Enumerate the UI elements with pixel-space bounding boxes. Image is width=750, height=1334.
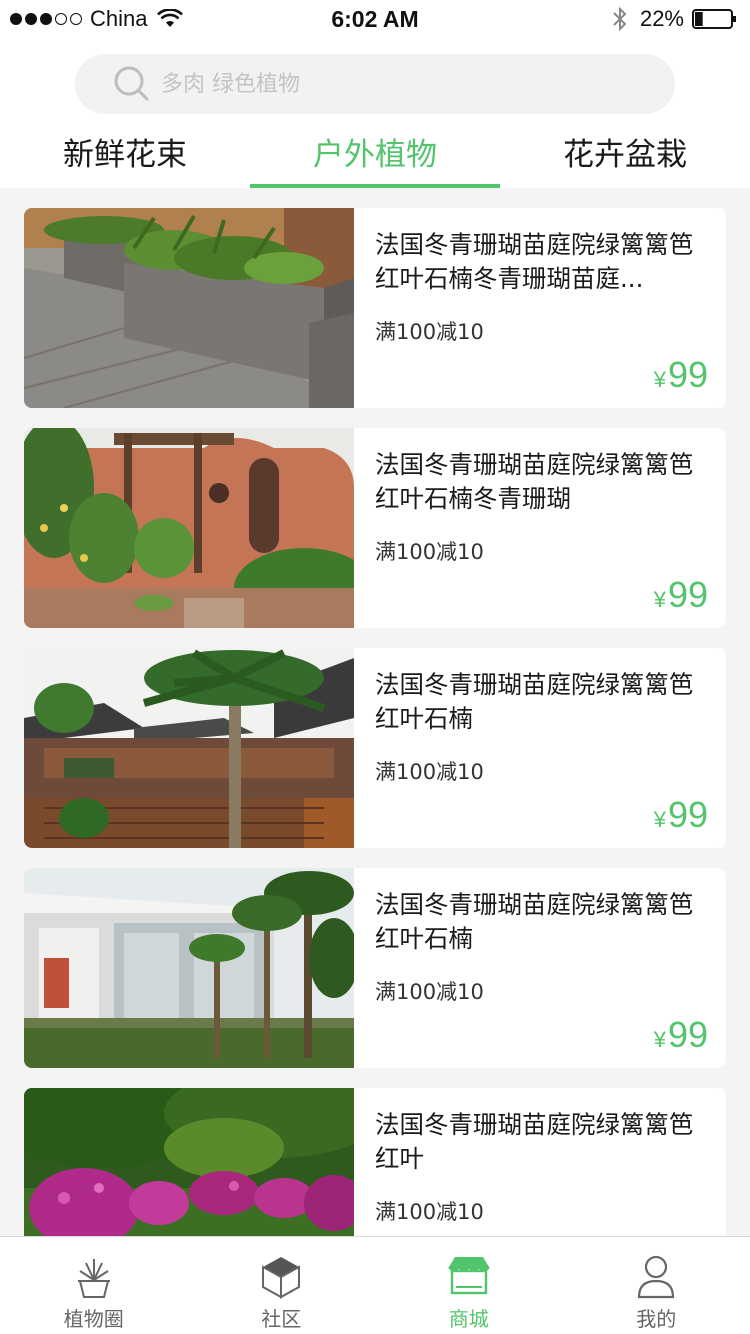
tabbar-item-me[interactable]: 我的	[563, 1237, 750, 1334]
tabbar-label: 植物圈	[63, 1307, 124, 1331]
tabbar-item-store[interactable]: 商城	[375, 1237, 563, 1334]
tabbar-label: 社区	[261, 1307, 302, 1331]
plant-pot-icon	[77, 1259, 110, 1298]
search-icon	[114, 66, 149, 101]
product-title: 法国冬青珊瑚苗庭院绿篱篱笆红叶石楠	[375, 670, 694, 733]
price-value: 99	[667, 794, 708, 835]
status-right: 22%	[612, 6, 738, 32]
search-bar[interactable]	[75, 54, 675, 114]
product-promo: 满100减10	[375, 320, 484, 344]
currency-symbol: ¥	[653, 367, 666, 392]
signal-strength-icon	[10, 13, 82, 25]
category-tabs: 新鲜花束 户外植物 花卉盆栽	[0, 128, 750, 188]
product-price: ¥99	[654, 574, 708, 616]
product-promo: 满100减10	[375, 540, 484, 564]
product-price: ¥99	[654, 354, 708, 396]
carrier-name: China	[90, 6, 148, 31]
product-image	[24, 208, 354, 408]
product-image	[24, 428, 354, 628]
tabbar-item-plant-circle[interactable]: 植物圈	[0, 1237, 188, 1334]
bottom-tab-bar: 植物圈 社区 商城 我的	[0, 1236, 750, 1334]
bluetooth-icon	[613, 6, 627, 32]
store-icon	[447, 1257, 490, 1295]
product-price: ¥99	[654, 794, 708, 836]
price-value: 99	[667, 1014, 708, 1055]
product-card[interactable]: 法国冬青珊瑚苗庭院绿篱篱笆红叶石楠冬青珊瑚 满100减10 ¥99	[24, 428, 726, 628]
product-promo: 满100减10	[375, 760, 484, 784]
price-value: 99	[667, 354, 708, 395]
status-left: China	[10, 6, 184, 32]
product-card[interactable]: 法国冬青珊瑚苗庭院绿篱篱笆红叶石楠 满100减10 ¥99	[24, 648, 726, 848]
tab-outdoor-plants[interactable]: 户外植物	[250, 128, 500, 188]
price-value: 99	[667, 574, 708, 615]
product-title: 法国冬青珊瑚苗庭院绿篱篱笆红叶石楠冬青珊瑚苗庭...	[375, 230, 694, 293]
tab-potted-flowers[interactable]: 花卉盆栽	[500, 128, 750, 188]
tab-fresh-bouquets[interactable]: 新鲜花束	[0, 128, 250, 188]
tabbar-label: 商城	[448, 1307, 489, 1331]
tabbar-label: 我的	[636, 1307, 677, 1331]
product-title: 法国冬青珊瑚苗庭院绿篱篱笆红叶石楠冬青珊瑚	[375, 450, 694, 513]
currency-symbol: ¥	[653, 1027, 666, 1052]
currency-symbol: ¥	[653, 807, 666, 832]
wifi-icon	[157, 9, 184, 27]
battery-icon	[692, 9, 736, 29]
user-icon	[638, 1255, 675, 1299]
product-price: ¥99	[654, 1014, 708, 1056]
product-title: 法国冬青珊瑚苗庭院绿篱篱笆红叶石楠	[375, 890, 694, 953]
search-input[interactable]	[161, 71, 601, 97]
product-promo: 满100减10	[375, 980, 484, 1004]
status-bar: China 6:02 AM 22%	[0, 0, 750, 40]
product-image	[24, 648, 354, 848]
cube-icon	[262, 1257, 301, 1299]
product-card[interactable]: 法国冬青珊瑚苗庭院绿篱篱笆红叶石楠 满100减10 ¥99	[24, 868, 726, 1068]
product-title: 法国冬青珊瑚苗庭院绿篱篱笆红叶	[375, 1110, 694, 1173]
search-area	[0, 40, 750, 128]
product-promo: 满100减10	[375, 1200, 484, 1224]
tabbar-item-community[interactable]: 社区	[188, 1237, 376, 1334]
product-list: 法国冬青珊瑚苗庭院绿篱篱笆红叶石楠冬青珊瑚苗庭... 满100减10 ¥99 法…	[24, 208, 726, 1308]
battery-percent: 22%	[639, 6, 684, 31]
product-card[interactable]: 法国冬青珊瑚苗庭院绿篱篱笆红叶石楠冬青珊瑚苗庭... 满100减10 ¥99	[24, 208, 726, 408]
product-image	[24, 868, 354, 1068]
currency-symbol: ¥	[653, 587, 666, 612]
